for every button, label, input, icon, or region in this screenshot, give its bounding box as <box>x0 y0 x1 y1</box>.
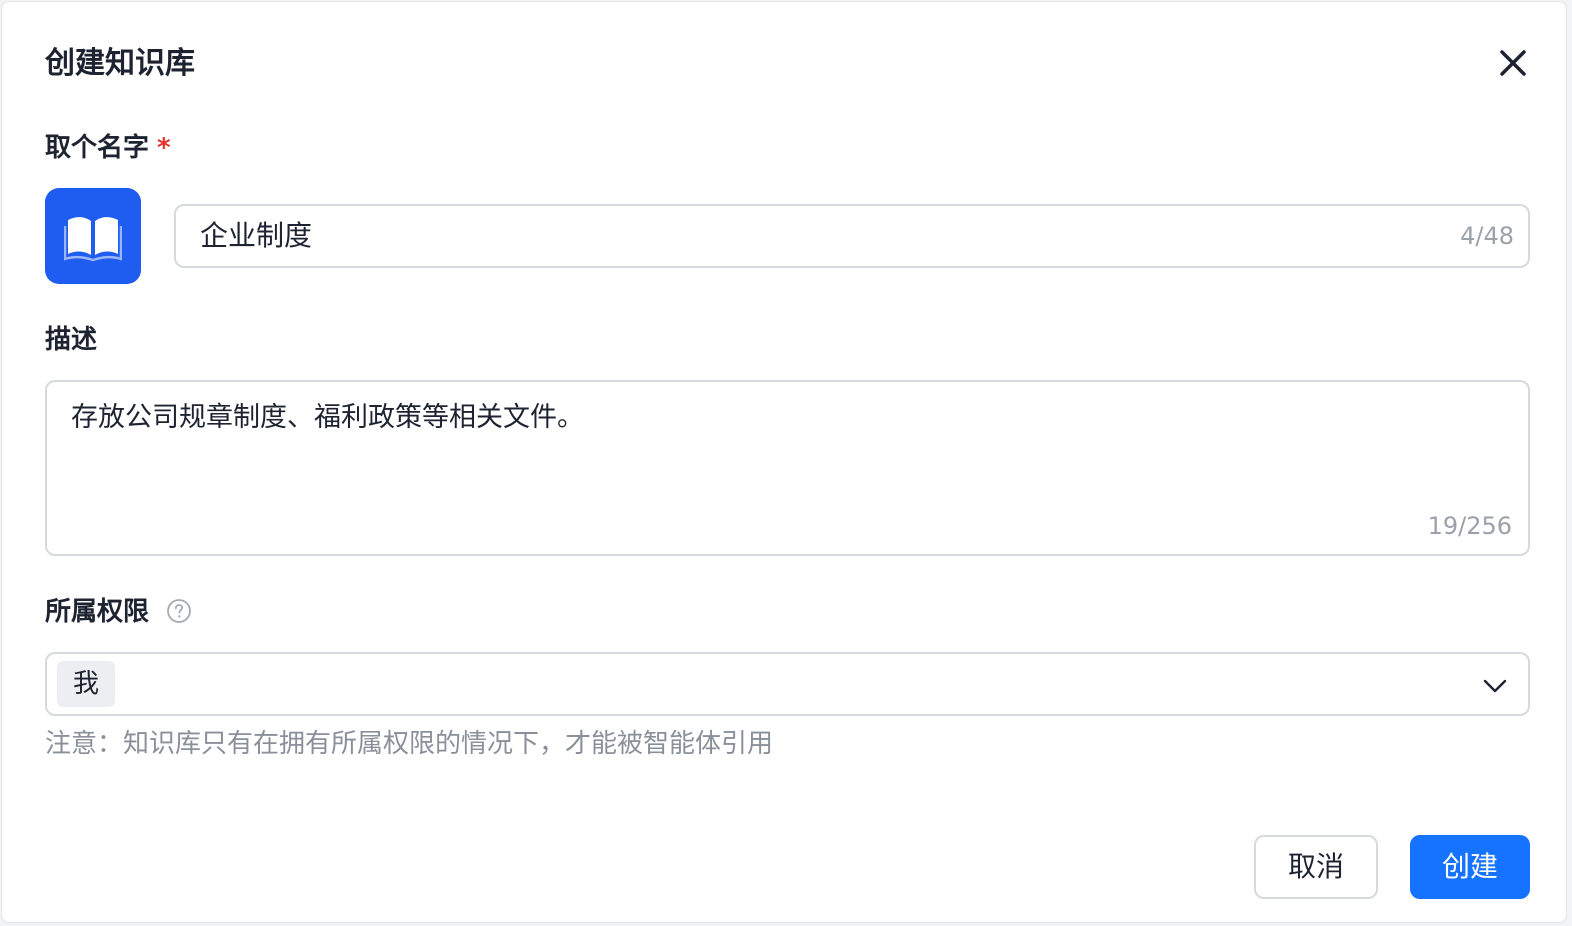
permission-label-text: 所属权限 <box>45 597 150 627</box>
book-icon <box>64 217 122 262</box>
knowledge-base-avatar-button[interactable] <box>45 188 141 284</box>
description-value[interactable]: 存放公司规章制度、福利政策等相关文件。 <box>71 400 584 436</box>
permission-selected-tag[interactable]: 我 <box>57 661 116 707</box>
name-input-value[interactable]: 企业制度 <box>200 206 312 266</box>
permission-note: 注意：知识库只有在拥有所属权限的情况下，才能被智能体引用 <box>45 729 774 759</box>
required-mark: * <box>157 133 171 163</box>
cancel-button[interactable]: 取消 <box>1254 835 1378 899</box>
name-field-label: 取个名字 * <box>45 130 171 166</box>
permission-field-label: 所属权限 <box>45 594 192 630</box>
create-knowledge-base-dialog: 创建知识库 取个名字 * 企业制度 4/48 描述 存放公司规章制度、福利政策等相… <box>1 1 1567 923</box>
description-char-counter: 19/256 <box>1427 512 1512 540</box>
name-input[interactable]: 企业制度 4/48 <box>174 204 1530 268</box>
dialog-title: 创建知识库 <box>45 46 195 81</box>
description-textarea[interactable]: 存放公司规章制度、福利政策等相关文件。 19/256 <box>45 380 1530 556</box>
create-button[interactable]: 创建 <box>1410 835 1530 899</box>
question-circle-icon[interactable] <box>166 598 192 624</box>
permission-select[interactable]: 我 <box>45 652 1530 716</box>
name-char-counter: 4/48 <box>1460 222 1514 250</box>
close-icon[interactable] <box>1494 44 1532 82</box>
name-label-text: 取个名字 <box>45 133 150 163</box>
chevron-down-icon[interactable] <box>1482 672 1508 698</box>
description-field-label: 描述 <box>45 325 98 355</box>
